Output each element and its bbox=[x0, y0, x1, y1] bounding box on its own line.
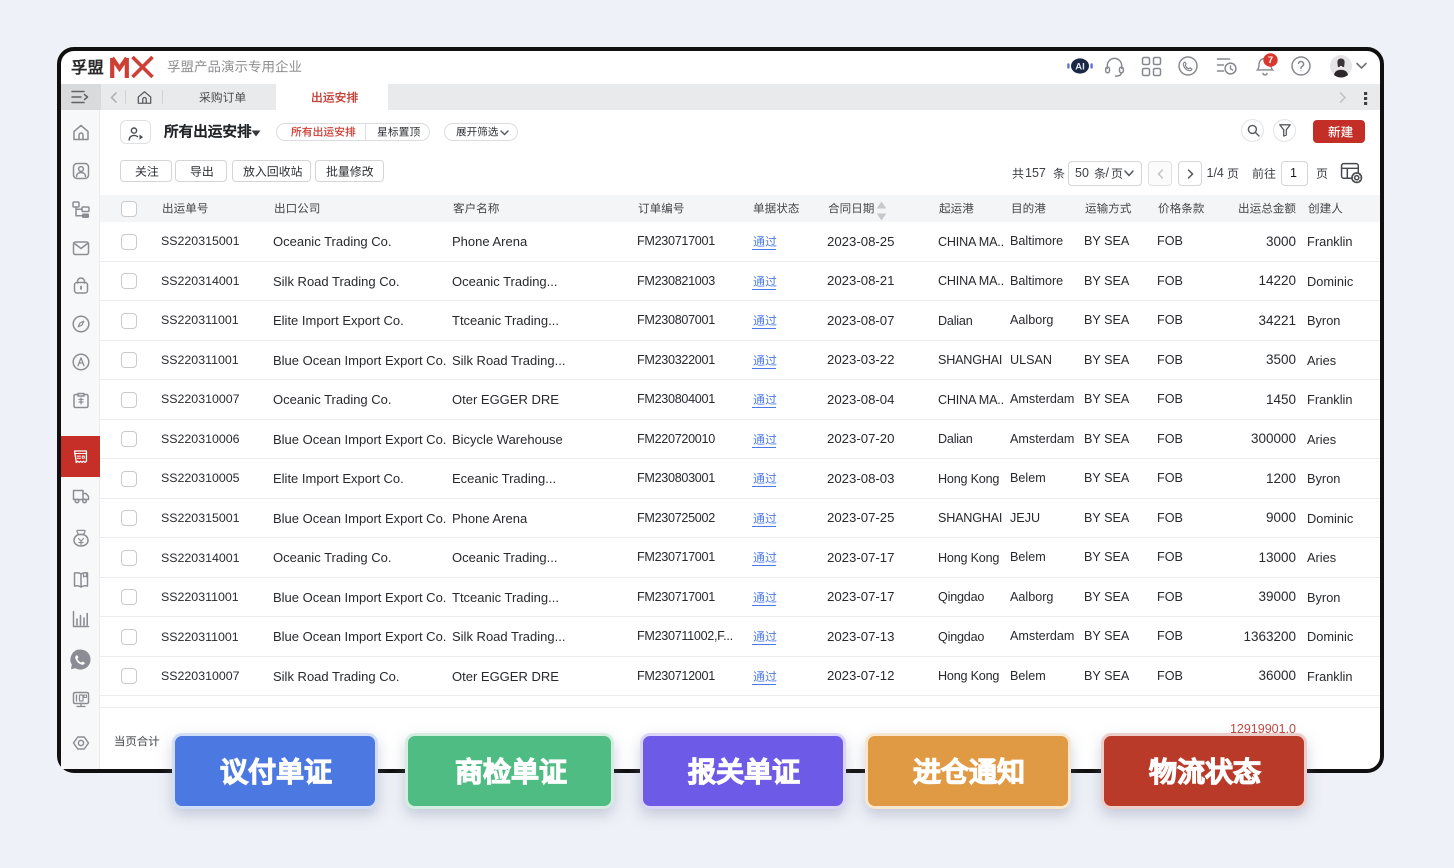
svg-text:7: 7 bbox=[1268, 55, 1273, 66]
svg-text:AI: AI bbox=[1075, 62, 1085, 73]
